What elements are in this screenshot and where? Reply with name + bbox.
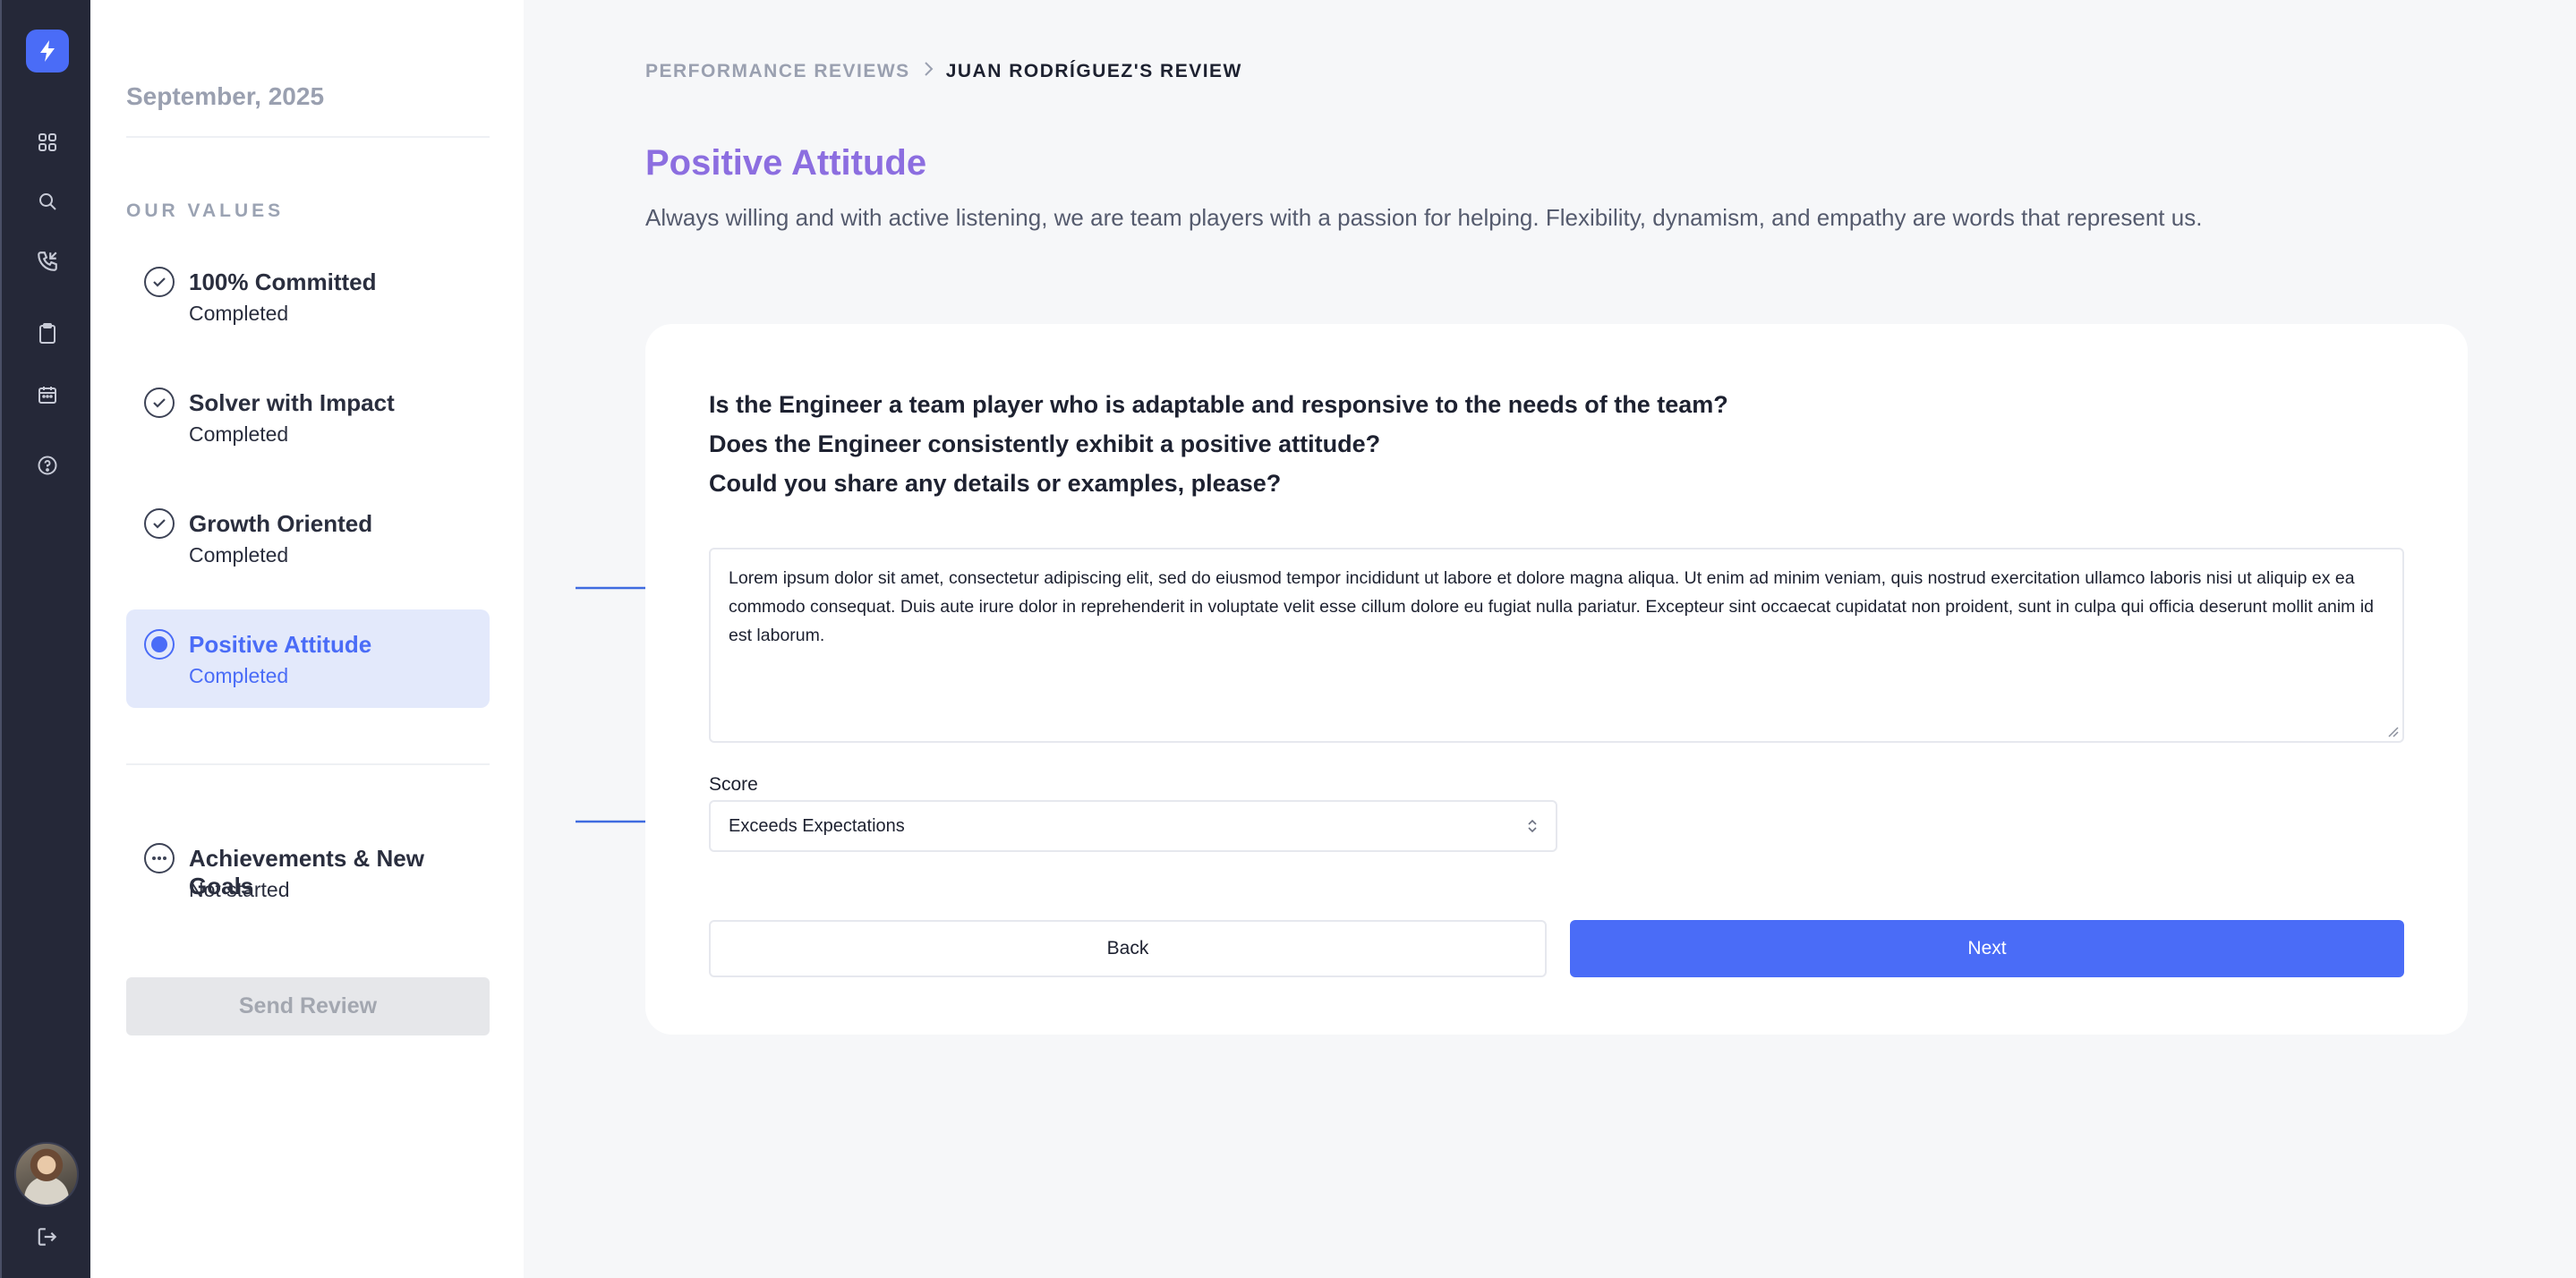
next-button[interactable]: Next — [1570, 920, 2404, 977]
breadcrumb: PERFORMANCE REVIEWS JUAN RODRÍGUEZ'S REV… — [645, 61, 1242, 82]
review-steps-panel: September, 2025 OUR VALUES 100% Committe… — [90, 0, 524, 1278]
step-100-committed[interactable]: 100% Committed Completed — [126, 247, 490, 345]
review-period: September, 2025 — [126, 82, 325, 110]
step-status: Completed — [189, 422, 289, 446]
breadcrumb-current: JUAN RODRÍGUEZ'S REVIEW — [945, 61, 1242, 81]
clipboard-icon[interactable] — [32, 319, 63, 349]
resize-handle-icon[interactable] — [2386, 725, 2399, 737]
step-solver-with-impact[interactable]: Solver with Impact Completed — [126, 368, 490, 466]
step-positive-attitude[interactable]: Positive Attitude Completed — [126, 609, 490, 708]
breadcrumb-performance-reviews[interactable]: PERFORMANCE REVIEWS — [645, 61, 910, 82]
step-status: Completed — [189, 664, 289, 687]
check-icon — [144, 267, 175, 297]
chevron-up-down-icon — [1528, 819, 1537, 833]
review-questions: Is the Engineer a team player who is ada… — [709, 385, 1728, 503]
help-icon[interactable] — [32, 450, 63, 481]
score-selected-value: Exceeds Expectations — [729, 815, 905, 836]
step-status: Completed — [189, 302, 289, 325]
step-growth-oriented[interactable]: Growth Oriented Completed — [126, 489, 490, 587]
step-achievements-new-goals[interactable]: Achievements & New Goals Not started — [126, 823, 490, 922]
lightning-logo-icon[interactable] — [26, 30, 69, 72]
question: Does the Engineer consistently exhibit a… — [709, 430, 1381, 457]
score-select[interactable]: Exceeds Expectations — [709, 800, 1557, 852]
search-icon[interactable] — [32, 186, 63, 217]
page-title: Positive Attitude — [645, 143, 927, 183]
app-root: September, 2025 OUR VALUES 100% Committe… — [0, 0, 2576, 1278]
page-description: Always willing and with active listening… — [645, 204, 2203, 231]
divider — [126, 763, 490, 765]
send-review-button[interactable]: Send Review — [126, 977, 490, 1035]
check-icon — [144, 508, 175, 539]
values-section-title: OUR VALUES — [126, 200, 285, 221]
radio-selected-icon — [144, 629, 175, 660]
chevron-right-icon — [923, 61, 934, 82]
user-avatar[interactable] — [14, 1142, 79, 1206]
check-icon — [144, 388, 175, 418]
phone-call-icon[interactable] — [32, 246, 63, 277]
step-status: Not started — [189, 878, 290, 901]
step-title: 100% Committed — [189, 268, 377, 295]
icon-rail — [0, 0, 90, 1278]
answer-textarea[interactable]: Lorem ipsum dolor sit amet, consectetur … — [709, 548, 2404, 743]
score-label: Score — [709, 774, 758, 795]
logout-icon[interactable] — [32, 1222, 63, 1252]
grid-icon[interactable] — [32, 127, 63, 158]
step-status: Completed — [189, 543, 289, 567]
step-title: Growth Oriented — [189, 510, 373, 537]
step-title: Positive Attitude — [189, 631, 372, 658]
answer-text: Lorem ipsum dolor sit amet, consectetur … — [729, 568, 2375, 645]
back-button[interactable]: Back — [709, 920, 1547, 977]
question: Is the Engineer a team player who is ada… — [709, 391, 1728, 418]
divider — [126, 136, 490, 138]
step-title: Solver with Impact — [189, 389, 395, 416]
more-dots-icon — [144, 843, 175, 873]
question: Could you share any details or examples,… — [709, 470, 1282, 497]
review-form-card: Is the Engineer a team player who is ada… — [645, 324, 2468, 1035]
calendar-icon[interactable] — [32, 379, 63, 410]
